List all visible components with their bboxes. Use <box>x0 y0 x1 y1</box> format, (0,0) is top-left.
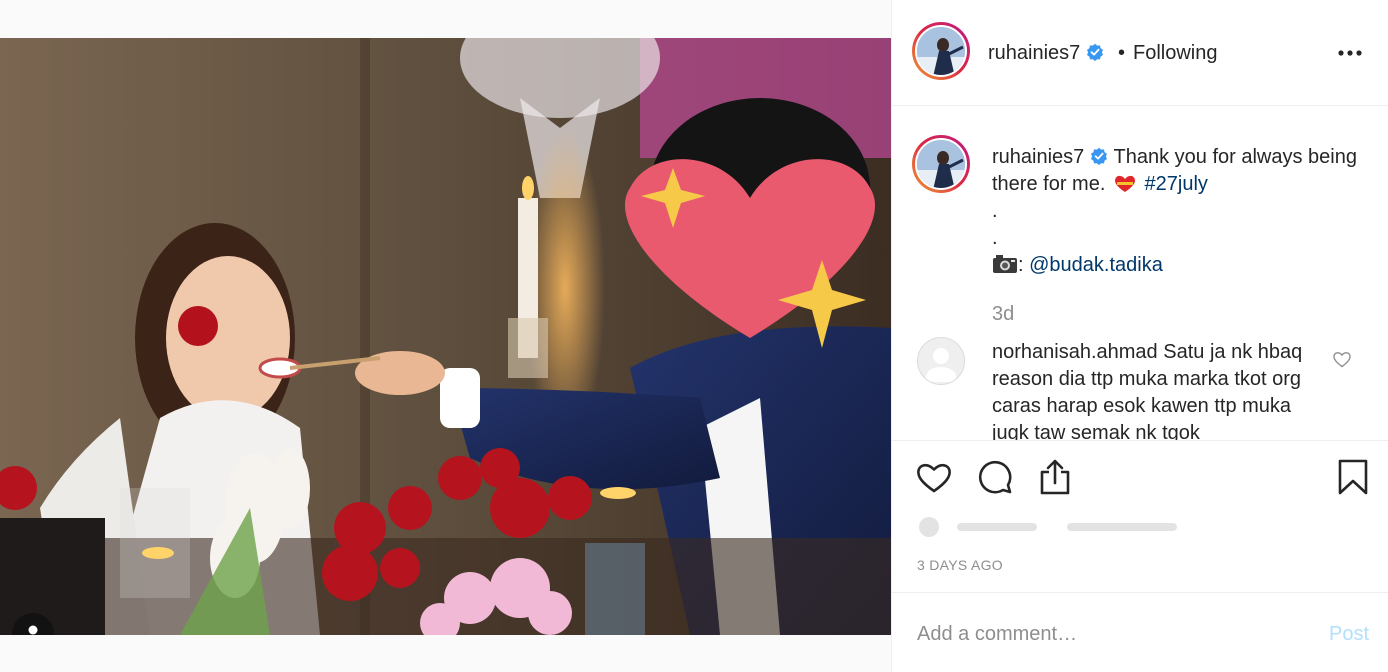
author-avatar-image <box>915 25 967 77</box>
default-avatar-icon <box>925 348 957 382</box>
more-options-icon <box>1338 50 1362 56</box>
avatar-photo <box>917 140 965 188</box>
following-button[interactable]: Following <box>1133 42 1217 65</box>
camera-emoji-icon <box>993 255 1017 273</box>
add-comment-bar: Post <box>892 592 1388 672</box>
author-username-text: ruhainies7 <box>988 42 1081 64</box>
heart-emoji-icon <box>1115 175 1135 192</box>
caption-username[interactable]: ruhainies7 <box>992 146 1084 168</box>
author-avatar[interactable] <box>912 22 970 80</box>
comments-list[interactable]: ruhainies7 Thank you for always being th… <box>892 107 1388 440</box>
save-button[interactable] <box>1334 458 1372 496</box>
instagram-post-view: ruhainies7 • Following ruhainies7 Thank … <box>0 0 1388 672</box>
post-details-panel: ruhainies7 • Following ruhainies7 Thank … <box>891 0 1388 672</box>
save-bookmark-icon <box>1338 459 1368 495</box>
post-caption: ruhainies7 Thank you for always being th… <box>992 144 1362 328</box>
comment-like-heart-icon <box>1333 352 1351 368</box>
author-username[interactable]: ruhainies7 <box>988 42 1104 65</box>
like-button[interactable] <box>915 458 953 496</box>
comment-like-button[interactable] <box>1332 350 1352 370</box>
post-header: ruhainies7 • Following <box>892 0 1388 106</box>
commenter-avatar[interactable] <box>917 337 965 385</box>
photo-credit-separator: : <box>1018 254 1024 276</box>
tag-user-icon <box>28 625 38 635</box>
comment-button[interactable] <box>976 458 1014 496</box>
verified-badge-icon <box>1091 147 1108 165</box>
comment-item: norhanisah.ahmad Satu ja nk hbaq reason … <box>992 339 1332 440</box>
caption-dot-2: . <box>992 227 998 249</box>
likes-summary-faded <box>919 517 1177 537</box>
caption-time[interactable]: 3d <box>992 301 1362 328</box>
caption-avatar-image <box>915 138 967 190</box>
post-photo[interactable] <box>0 38 891 635</box>
more-options-button[interactable] <box>1332 36 1368 70</box>
commenter-username[interactable]: norhanisah.ahmad <box>992 341 1158 363</box>
caption-author-avatar[interactable] <box>912 135 970 193</box>
post-timestamp[interactable]: 3 DAYS AGO <box>917 557 1003 573</box>
hashtag-link[interactable]: #27july <box>1145 173 1208 195</box>
photo-credit-link[interactable]: @budak.tadika <box>1029 254 1163 276</box>
header-separator: • <box>1118 42 1126 64</box>
like-heart-icon <box>917 463 951 493</box>
caption-dot-1: . <box>992 200 998 222</box>
verified-badge-icon <box>1087 43 1104 61</box>
post-comment-button[interactable]: Post <box>1329 623 1369 646</box>
avatar-photo <box>917 27 965 75</box>
post-actions <box>892 440 1388 510</box>
share-button[interactable] <box>1036 458 1074 496</box>
comment-bubble-icon <box>978 460 1012 494</box>
post-photo-image <box>0 38 891 635</box>
photo-panel <box>0 0 891 672</box>
add-comment-input[interactable] <box>917 619 1297 649</box>
share-icon <box>1040 459 1070 495</box>
